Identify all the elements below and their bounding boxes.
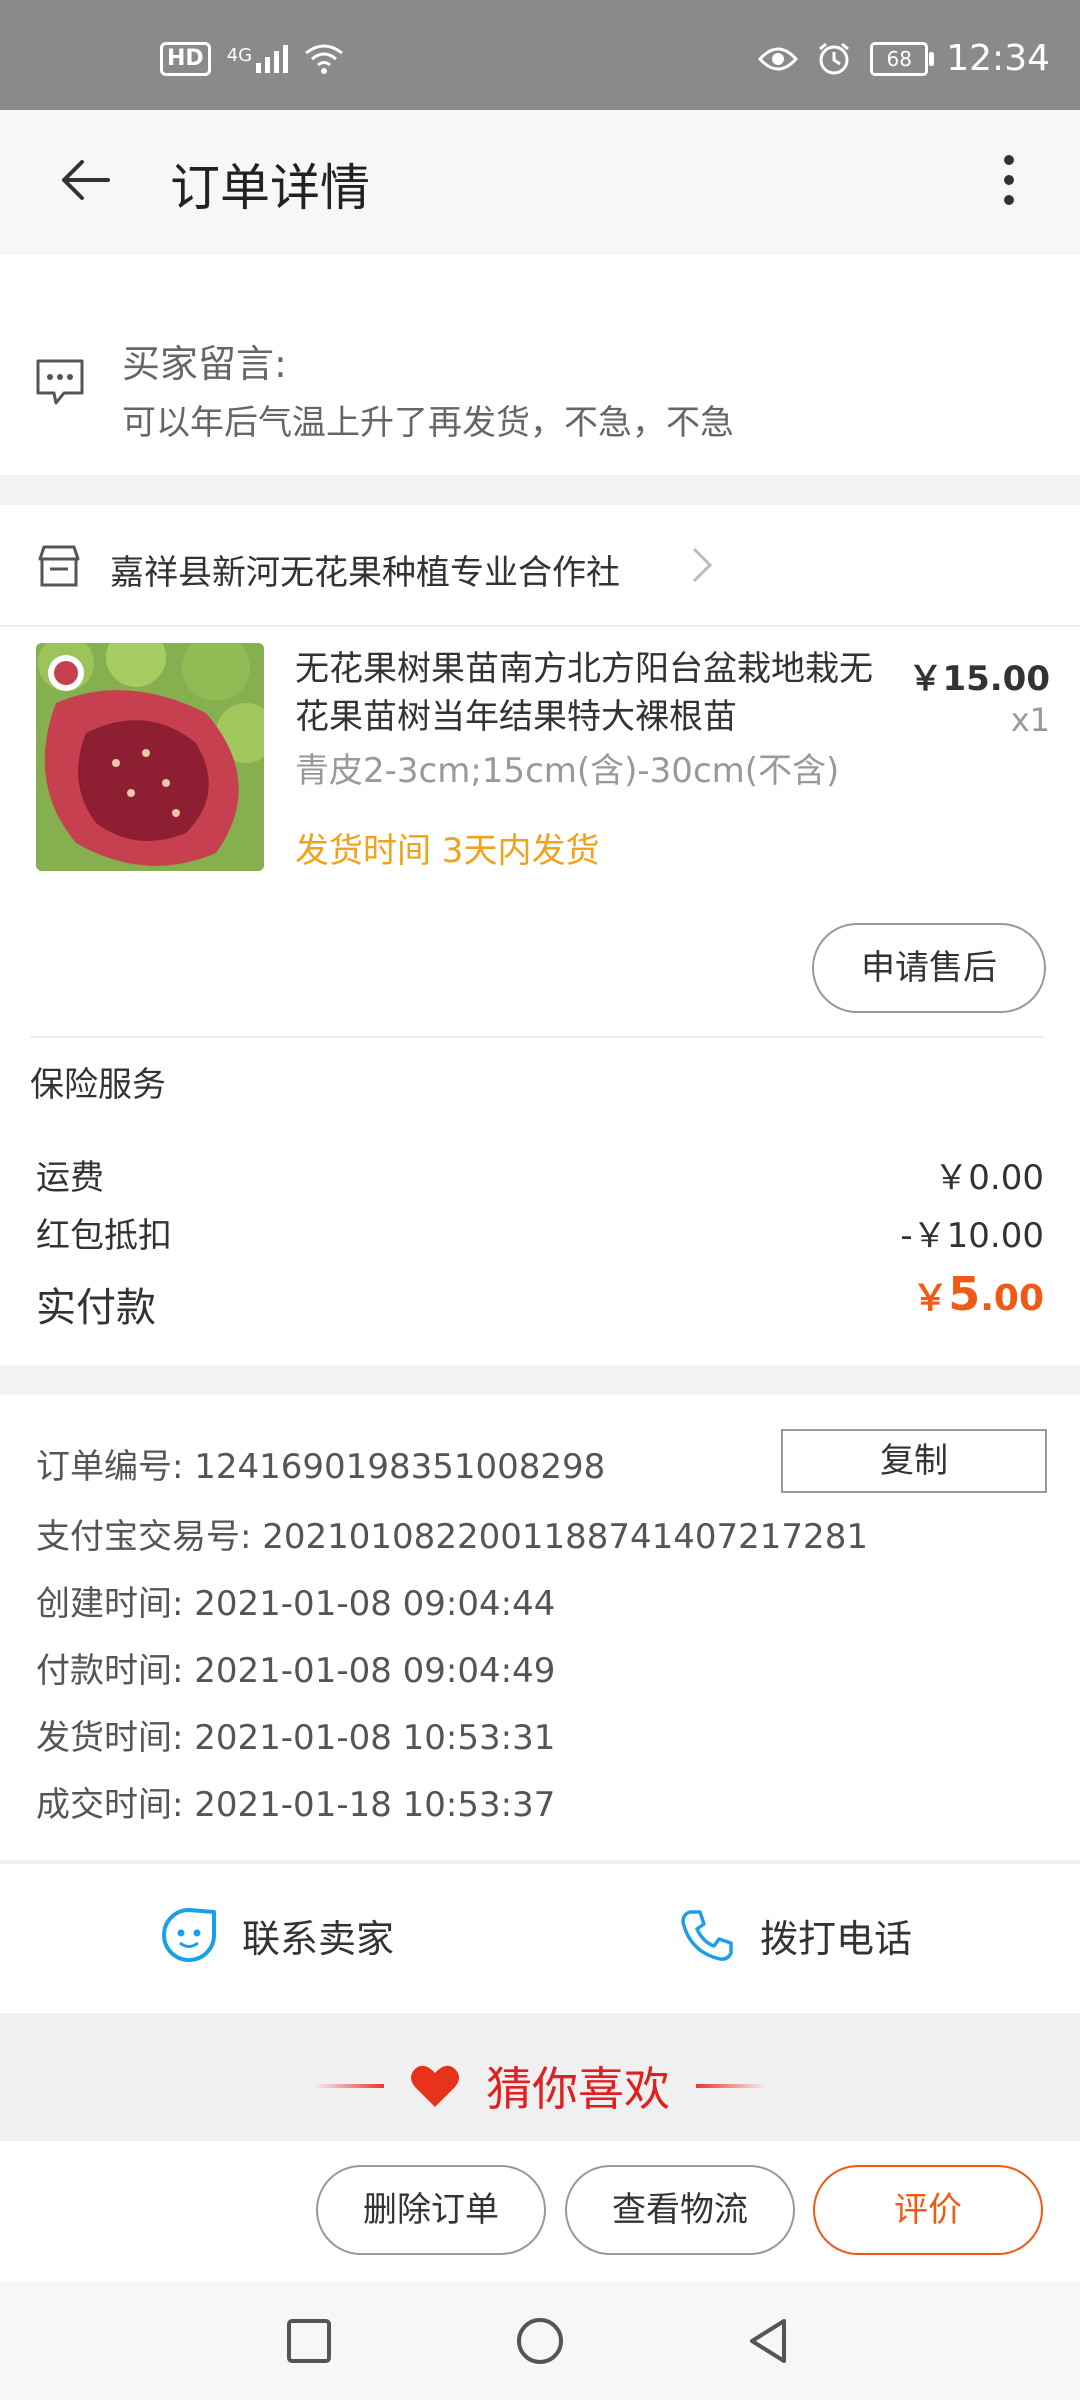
phone-icon [681, 1910, 733, 1961]
recommend-section: 猜你喜欢 [0, 2013, 1080, 2141]
message-icon [36, 359, 84, 405]
order-info-card: 订单编号: 1241690198351008298 复制 支付宝交易号: 202… [0, 1395, 1080, 1860]
chevron-right-icon [692, 547, 713, 583]
action-bar: 删除订单 查看物流 评价 [0, 2141, 1080, 2282]
buyer-message-label: 买家留言: [122, 342, 287, 386]
eye-icon [758, 47, 799, 70]
product-price: ￥15.00 [908, 659, 1050, 699]
signal-icon: 4G [226, 45, 289, 73]
call-phone-button[interactable]: 拨打电话 [678, 1906, 912, 1964]
recents-square-icon[interactable] [284, 2316, 334, 2366]
recommend-title: 猜你喜欢 [486, 2062, 670, 2116]
product-card: 嘉祥县新河无花果种植专业合作社 无花果树果苗南方北方阳台盆栽地栽无花果苗树当年结… [0, 505, 1080, 1365]
back-triangle-icon[interactable] [744, 2316, 794, 2366]
page-title: 订单详情 [170, 159, 370, 217]
status-bar: HD 4G 68 12:34 [0, 0, 1080, 110]
rate-button[interactable]: 评价 [813, 2165, 1043, 2255]
contact-row: 联系卖家 拨打电话 [0, 1862, 1080, 2014]
chat-face-icon [162, 1908, 216, 1962]
copy-button[interactable]: 复制 [781, 1429, 1047, 1493]
app-bar: 订单详情 [0, 110, 1080, 255]
view-logistics-button[interactable]: 查看物流 [565, 2165, 795, 2255]
call-phone-label: 拨打电话 [760, 1916, 913, 1961]
divider [30, 1036, 1045, 1038]
status-left: HD 4G [160, 42, 344, 76]
product-image[interactable] [36, 643, 264, 871]
paid-int: 5 [948, 1267, 981, 1321]
heart-icon [411, 2065, 459, 2107]
after-sale-button[interactable]: 申请售后 [812, 923, 1046, 1013]
decor-line-left [314, 2084, 384, 2088]
store-row[interactable]: 嘉祥县新河无花果种植专业合作社 [0, 505, 1080, 627]
red-packet-value: -￥10.00 [900, 1216, 1044, 1256]
paid-dec: .00 [980, 1278, 1044, 1319]
system-nav-bar [0, 2282, 1080, 2400]
order-number: 订单编号: 1241690198351008298 [36, 1447, 606, 1487]
network-label: 4G [226, 45, 253, 66]
wifi-icon [305, 44, 344, 74]
alarm-icon [819, 42, 850, 74]
product-quantity: x1 [1010, 701, 1050, 739]
contact-seller-label: 联系卖家 [242, 1916, 395, 1961]
paid-label: 实付款 [36, 1285, 156, 1331]
red-packet-label: 红包抵扣 [36, 1216, 172, 1256]
insurance-service[interactable]: 保险服务 [30, 1057, 166, 1106]
shipping-time: 发货时间 3天内发货 [295, 831, 600, 871]
freight-label: 运费 [36, 1158, 104, 1198]
store-name: 嘉祥县新河无花果种植专业合作社 [110, 553, 620, 593]
shipped-time: 发货时间: 2021-01-08 10:53:31 [36, 1718, 556, 1758]
alipay-trade-number: 支付宝交易号: 2021010822001188741407217281 [36, 1517, 868, 1557]
completed-time: 成交时间: 2021-01-18 10:53:37 [36, 1785, 556, 1825]
battery-icon: 68 [870, 41, 935, 76]
paid-currency: ￥ [912, 1278, 949, 1319]
more-options-icon[interactable] [994, 150, 1024, 210]
back-arrow-icon[interactable] [56, 150, 116, 210]
product-title[interactable]: 无花果树果苗南方北方阳台盆栽地栽无花果苗树当年结果特大裸根苗 [295, 645, 875, 741]
clock: 12:34 [946, 38, 1050, 79]
product-sku: 青皮2-3cm;15cm(含)-30cm(不含) [295, 751, 840, 791]
paid-time: 付款时间: 2021-01-08 09:04:49 [36, 1651, 556, 1691]
home-circle-icon[interactable] [515, 2316, 565, 2366]
delete-order-button[interactable]: 删除订单 [316, 2165, 546, 2255]
created-time: 创建时间: 2021-01-08 09:04:44 [36, 1584, 556, 1624]
status-right: 68 12:34 [758, 38, 1050, 79]
hd-badge: HD [160, 42, 211, 76]
buyer-message-text: 可以年后气温上升了再发货，不急，不急 [122, 403, 734, 443]
store-icon [38, 545, 80, 587]
contact-seller-button[interactable]: 联系卖家 [160, 1906, 394, 1964]
paid-amount: ￥5.00 [912, 1267, 1044, 1321]
buyer-message-card: 买家留言: 可以年后气温上升了再发货，不急，不急 [0, 255, 1080, 475]
freight-value: ￥0.00 [934, 1158, 1044, 1198]
decor-line-right [696, 2084, 766, 2088]
